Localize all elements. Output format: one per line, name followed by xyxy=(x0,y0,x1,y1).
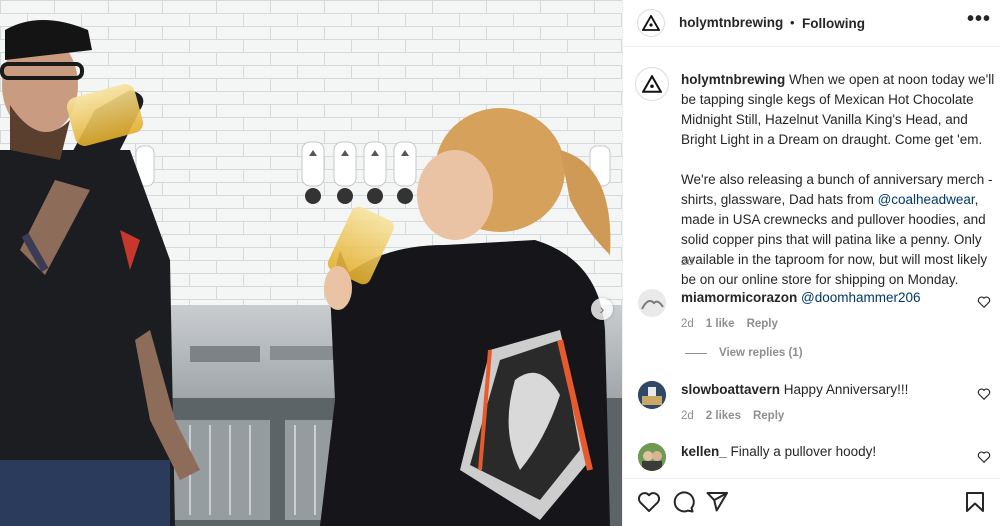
post-header: holymtnbrewing • Following ••• xyxy=(623,0,1000,47)
post-photo[interactable]: › xyxy=(0,0,622,526)
following-button[interactable]: Following xyxy=(802,16,865,31)
comment-time: 2d xyxy=(681,410,694,422)
comment: miamormicorazon @doomhammer206 xyxy=(681,290,921,305)
heart-icon[interactable] xyxy=(637,490,661,514)
comment-likes[interactable]: 2 likes xyxy=(706,410,741,422)
avatar-image-icon xyxy=(638,381,666,409)
caption-author-avatar[interactable] xyxy=(635,67,669,101)
author-avatar[interactable] xyxy=(637,9,665,37)
comment-text: Finally a pullover hoody! xyxy=(730,444,877,459)
comment-username[interactable]: kellen_ xyxy=(681,444,727,459)
reply-button[interactable]: Reply xyxy=(753,410,784,422)
reply-button[interactable]: Reply xyxy=(747,318,778,330)
post-side-panel: holymtnbrewing • Following ••• holymtnbr… xyxy=(622,0,1000,526)
comment-heart-icon[interactable] xyxy=(977,295,991,309)
post-action-bar xyxy=(623,478,1000,526)
carousel-next-button[interactable]: › xyxy=(591,298,613,320)
bookmark-icon[interactable] xyxy=(963,490,987,514)
post-viewer: › holymtnbrewing • Following ••• holymtn… xyxy=(0,0,1000,526)
more-options-icon[interactable]: ••• xyxy=(967,8,991,31)
comment: slowboattavern Happy Anniversary!!! xyxy=(681,382,908,397)
comment-username[interactable]: miamormicorazon xyxy=(681,290,797,305)
share-icon[interactable] xyxy=(705,490,729,514)
header-separator: • xyxy=(790,15,795,30)
comment-username[interactable]: slowboattavern xyxy=(681,382,780,397)
caption-username[interactable]: holymtnbrewing xyxy=(681,72,785,87)
view-replies-label: View replies (1) xyxy=(719,347,803,359)
view-replies-button[interactable]: View replies (1) xyxy=(685,347,803,359)
avatar-image-icon xyxy=(638,289,666,317)
mountain-logo-icon xyxy=(642,75,662,93)
comment-meta: 2d 2 likes Reply xyxy=(681,410,784,422)
comment-mention-link[interactable]: @doomhammer206 xyxy=(801,290,921,305)
caption-timestamp: 2d xyxy=(681,256,694,268)
avatar-image-icon xyxy=(638,443,666,471)
caption-mention-link[interactable]: @coalheadwear xyxy=(878,192,975,207)
comment-heart-icon[interactable] xyxy=(977,387,991,401)
brewery-photo-illustration xyxy=(0,0,622,526)
comment-heart-icon[interactable] xyxy=(977,450,991,464)
comment-icon[interactable] xyxy=(671,490,695,514)
comment-time: 2d xyxy=(681,318,694,330)
commenter-avatar[interactable] xyxy=(638,381,666,409)
mountain-logo-icon xyxy=(642,15,660,31)
comment-likes[interactable]: 1 like xyxy=(706,318,735,330)
comment-text: Happy Anniversary!!! xyxy=(783,382,909,397)
post-caption: holymtnbrewing When we open at noon toda… xyxy=(681,70,995,290)
commenter-avatar[interactable] xyxy=(638,289,666,317)
comment-meta: 2d 1 like Reply xyxy=(681,318,778,330)
author-username[interactable]: holymtnbrewing xyxy=(679,15,783,30)
comment: kellen_ Finally a pullover hoody! xyxy=(681,444,876,459)
commenter-avatar[interactable] xyxy=(638,443,666,471)
